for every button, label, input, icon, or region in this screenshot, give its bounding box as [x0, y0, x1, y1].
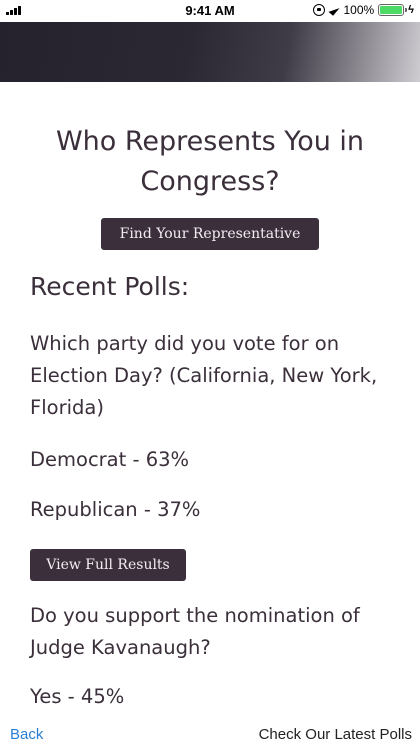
battery-percent: 100% — [343, 3, 375, 17]
main-content[interactable]: Who Represents You in Congress? Find You… — [0, 82, 420, 722]
status-bar: 9:41 AM 100% ϟ — [0, 0, 420, 22]
bottom-bar: Back Check Our Latest Polls — [0, 722, 420, 750]
charging-icon: ϟ — [408, 4, 414, 16]
poll-result: Republican - 37% — [30, 498, 201, 521]
hero-banner — [0, 22, 420, 82]
section-title: Recent Polls: — [30, 272, 190, 301]
location-icon — [328, 4, 340, 16]
poll-result: Yes - 45% — [30, 685, 125, 708]
poll-question: Do you support the nomination of Judge K… — [30, 604, 360, 659]
find-representative-button[interactable]: Find Your Representative — [101, 218, 319, 250]
rotation-lock-icon — [313, 4, 326, 16]
poll-question: Which party did you vote for on Election… — [30, 332, 378, 419]
poll-result: Democrat - 63% — [30, 448, 190, 471]
battery-icon — [378, 4, 408, 16]
back-link[interactable]: Back — [10, 726, 43, 743]
status-right: 100% ϟ — [313, 3, 414, 17]
view-full-results-button[interactable]: View Full Results — [30, 549, 186, 581]
page-title: Who Represents You in Congress? — [55, 126, 365, 197]
battery-fill — [380, 6, 403, 14]
latest-polls-link[interactable]: Check Our Latest Polls — [259, 726, 412, 743]
